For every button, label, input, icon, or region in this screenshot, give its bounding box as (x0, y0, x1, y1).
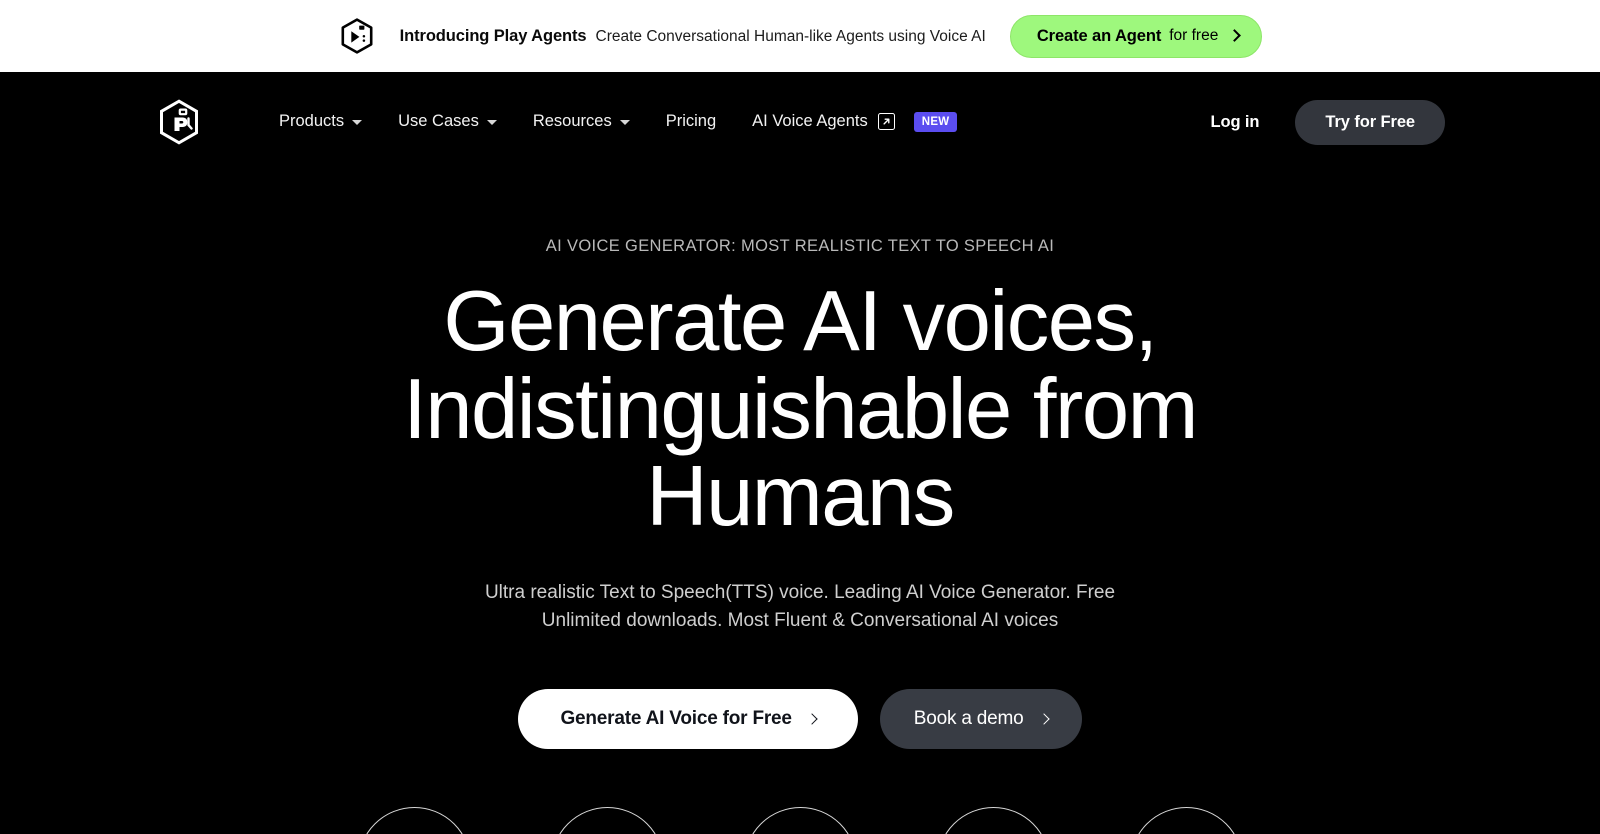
nav-links: Products Use Cases Resources Pricing AI … (261, 102, 975, 143)
page-title: Generate AI voices, Indistinguishable fr… (225, 278, 1375, 541)
nav-item-ai-voice-agents[interactable]: AI Voice Agents NEW (734, 102, 975, 143)
voice-sample-play-button[interactable] (357, 807, 471, 834)
nav-actions: Log in Try for Free (1211, 99, 1445, 145)
announcement-subtitle: Create Conversational Human-like Agents … (595, 27, 986, 45)
chevron-down-icon (486, 120, 497, 126)
main-navigation: Products Use Cases Resources Pricing AI … (0, 72, 1600, 172)
status-badge-new: NEW (913, 111, 958, 133)
hero-subtitle: Ultra realistic Text to Speech(TTS) voic… (470, 579, 1130, 635)
chevron-right-icon (806, 713, 818, 726)
voice-sample-play-button[interactable] (936, 807, 1050, 834)
voice-sample-list (0, 807, 1600, 834)
nav-item-use-cases[interactable]: Use Cases (380, 102, 515, 141)
playht-hexagon-logo-icon[interactable] (155, 98, 203, 146)
nav-item-products[interactable]: Products (261, 102, 380, 141)
nav-item-label: Resources (532, 112, 612, 131)
generate-ai-voice-button[interactable]: Generate AI Voice for Free (518, 689, 858, 750)
nav-item-label: Products (279, 112, 345, 131)
subtitle-line-1: Ultra realistic Text to Speech(TTS) voic… (484, 581, 1116, 603)
announcement-banner-content: Introducing Play Agents Create Conversat… (338, 14, 1263, 58)
voice-sample-play-button[interactable] (743, 807, 857, 834)
create-an-agent-sublabel: for free (1169, 27, 1219, 44)
announcement-title: Introducing Play Agents (399, 26, 587, 45)
generate-ai-voice-label: Generate AI Voice for Free (560, 708, 792, 730)
nav-item-label: AI Voice Agents (752, 112, 868, 131)
announcement-banner: Introducing Play Agents Create Conversat… (0, 0, 1600, 72)
book-a-demo-label: Book a demo (913, 708, 1024, 730)
nav-item-label: Use Cases (398, 112, 479, 131)
nav-item-resources[interactable]: Resources (515, 102, 648, 141)
chevron-right-icon (1228, 29, 1242, 42)
headline-line-1: Generate AI voices, (443, 274, 1158, 369)
hero-cta-row: Generate AI Voice for Free Book a demo (0, 689, 1600, 750)
book-a-demo-button[interactable]: Book a demo (879, 689, 1082, 750)
hero-section: AI VOICE GENERATOR: MOST REALISTIC TEXT … (0, 172, 1600, 834)
create-an-agent-label: Create an Agent (1036, 26, 1162, 45)
chevron-down-icon (619, 120, 630, 126)
login-link[interactable]: Log in (1211, 113, 1260, 132)
external-link-icon (877, 113, 895, 131)
create-an-agent-button[interactable]: Create an Agent for free (1009, 14, 1263, 58)
chevron-right-icon (1037, 713, 1050, 726)
headline-line-3: Humans (646, 449, 955, 545)
voice-sample-record-button[interactable] (1129, 807, 1243, 834)
playht-cube-logo-icon (338, 17, 376, 55)
hero-eyebrow: AI VOICE GENERATOR: MOST REALISTIC TEXT … (545, 237, 1055, 255)
try-for-free-button[interactable]: Try for Free (1295, 99, 1445, 145)
headline-line-2: Indistinguishable from (403, 361, 1198, 457)
nav-item-pricing[interactable]: Pricing (648, 102, 734, 141)
nav-item-label: Pricing (665, 112, 717, 131)
voice-sample-play-button[interactable] (550, 807, 664, 834)
announcement-text: Introducing Play Agents Create Conversat… (400, 27, 986, 46)
chevron-down-icon (352, 120, 363, 126)
subtitle-line-2: Unlimited downloads. Most Fluent & Conve… (541, 609, 1059, 631)
